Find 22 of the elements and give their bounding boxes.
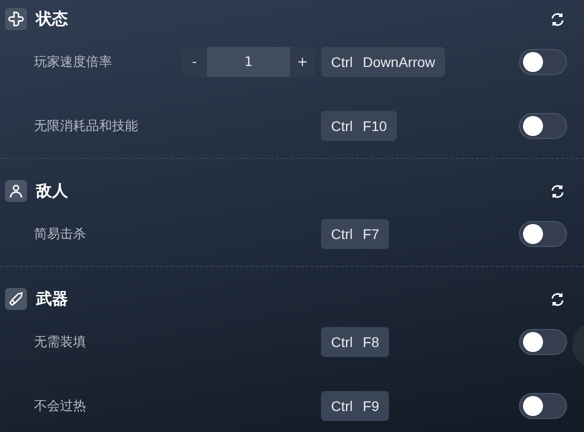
- option-label: 简易击杀: [34, 226, 86, 243]
- toggle-switch[interactable]: [519, 49, 567, 75]
- hotkey-chip[interactable]: Ctrl F7: [321, 219, 390, 249]
- section-title: 武器: [36, 288, 68, 310]
- toggle-switch[interactable]: [519, 393, 567, 419]
- value-field[interactable]: 1: [207, 47, 290, 77]
- section-title: 状态: [36, 8, 68, 30]
- toggle-switch[interactable]: [519, 113, 567, 139]
- hotkey-chip[interactable]: Ctrl F9: [321, 391, 390, 421]
- hotkey-chip[interactable]: Ctrl F8: [321, 327, 390, 357]
- option-label: 无限消耗品和技能: [34, 118, 138, 135]
- hotkey-chip[interactable]: Ctrl F10: [321, 111, 397, 141]
- toggle-switch[interactable]: [519, 329, 567, 355]
- refresh-icon[interactable]: [550, 184, 565, 198]
- refresh-icon[interactable]: [550, 12, 565, 26]
- toggle-switch[interactable]: [519, 221, 567, 247]
- option-label: 无需装填: [34, 334, 86, 351]
- option-label: 不会过热: [34, 398, 86, 415]
- section-title: 敌人: [36, 180, 68, 202]
- hotkey-chip[interactable]: Ctrl DownArrow: [321, 47, 446, 77]
- refresh-icon[interactable]: [550, 292, 565, 306]
- option-label: 玩家速度倍率: [34, 54, 112, 71]
